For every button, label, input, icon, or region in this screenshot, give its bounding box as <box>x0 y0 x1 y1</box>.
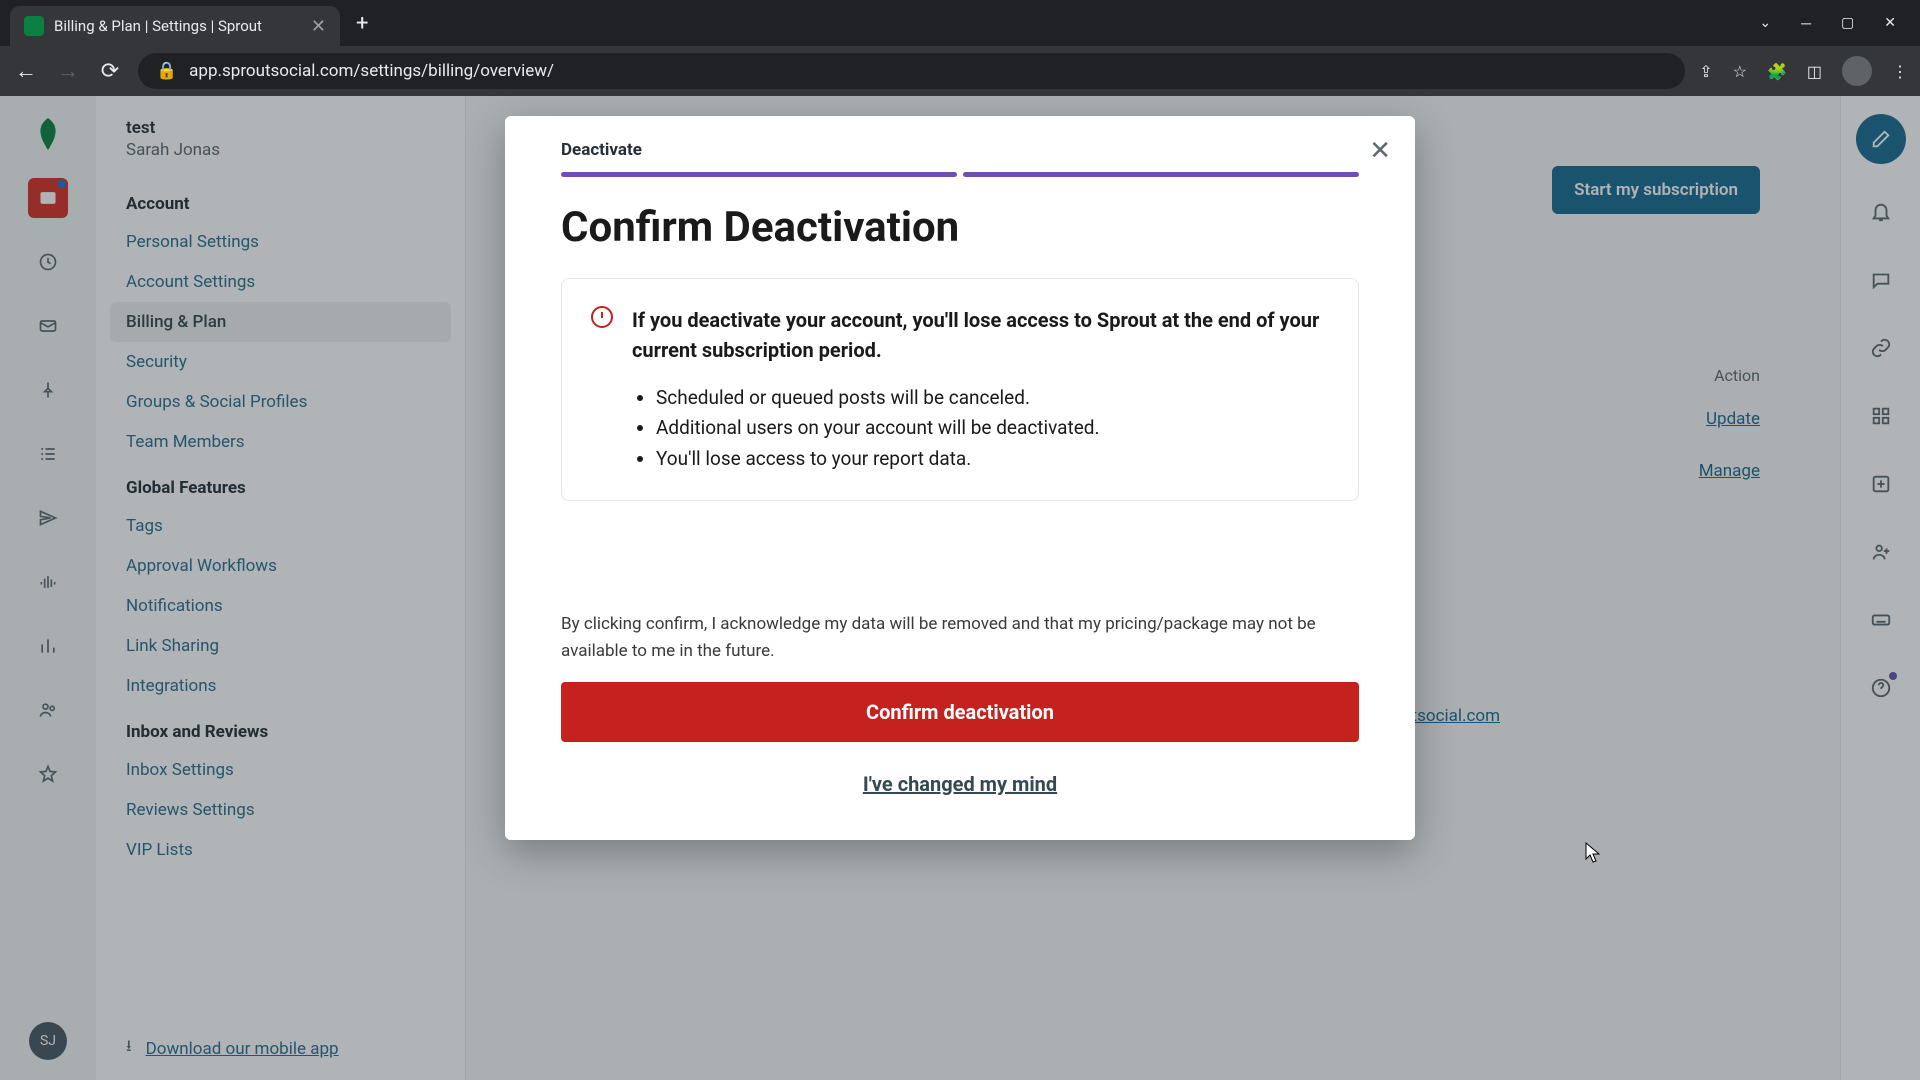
deactivate-modal: ✕ Deactivate Confirm Deactivation If you… <box>505 116 1415 840</box>
maximize-icon[interactable]: ▢ <box>1841 15 1854 32</box>
lock-icon: 🔒 <box>156 61 177 81</box>
tab-close-icon[interactable]: ✕ <box>311 16 326 37</box>
window-controls: ⌄ ─ ▢ ✕ <box>1759 15 1920 32</box>
acknowledgement-text: By clicking confirm, I acknowledge my da… <box>561 611 1359 664</box>
share-icon[interactable]: ⇪ <box>1699 62 1712 81</box>
warning-lead: If you deactivate your account, you'll l… <box>632 305 1328 365</box>
sidepanel-icon[interactable]: ◫ <box>1807 62 1822 81</box>
profile-avatar[interactable] <box>1842 56 1872 86</box>
tab-bar: Billing & Plan | Settings | Sprout ✕ + ⌄… <box>0 0 1920 46</box>
kebab-icon[interactable]: ⋮ <box>1892 62 1908 81</box>
modal-scrim[interactable]: ✕ Deactivate Confirm Deactivation If you… <box>0 96 1920 1080</box>
chevron-down-icon[interactable]: ⌄ <box>1759 15 1771 32</box>
url-input[interactable]: 🔒 app.sproutsocial.com/settings/billing/… <box>138 53 1685 89</box>
warning-icon <box>590 305 614 329</box>
progress-bar <box>561 172 1359 177</box>
modal-close-button[interactable]: ✕ <box>1369 136 1391 166</box>
warning-box: If you deactivate your account, you'll l… <box>561 278 1359 501</box>
warning-bullet: Scheduled or queued posts will be cancel… <box>656 383 1328 413</box>
changed-mind-link[interactable]: I've changed my mind <box>561 772 1359 796</box>
new-tab-button[interactable]: + <box>356 11 368 36</box>
forward-button[interactable]: → <box>54 58 82 84</box>
tab-title: Billing & Plan | Settings | Sprout <box>54 17 301 35</box>
url-text: app.sproutsocial.com/settings/billing/ov… <box>189 61 554 81</box>
browser-chrome: Billing & Plan | Settings | Sprout ✕ + ⌄… <box>0 0 1920 96</box>
browser-tab[interactable]: Billing & Plan | Settings | Sprout ✕ <box>10 6 340 46</box>
confirm-deactivation-button[interactable]: Confirm deactivation <box>561 682 1359 742</box>
minimize-icon[interactable]: ─ <box>1801 15 1811 32</box>
cursor-icon <box>1585 842 1603 864</box>
app-shell: SJ test Sarah Jonas Account Personal Set… <box>0 96 1920 1080</box>
bookmark-icon[interactable]: ☆ <box>1733 62 1747 81</box>
modal-step-label: Deactivate <box>561 140 1359 160</box>
warning-list: Scheduled or queued posts will be cancel… <box>632 383 1328 474</box>
address-bar: ← → ⟳ 🔒 app.sproutsocial.com/settings/bi… <box>0 46 1920 96</box>
modal-title: Confirm Deactivation <box>561 203 1359 252</box>
warning-bullet: You'll lose access to your report data. <box>656 444 1328 474</box>
warning-bullet: Additional users on your account will be… <box>656 413 1328 443</box>
back-button[interactable]: ← <box>12 58 40 84</box>
extensions-icon[interactable]: 🧩 <box>1767 62 1787 81</box>
close-window-icon[interactable]: ✕ <box>1884 15 1896 32</box>
reload-button[interactable]: ⟳ <box>96 59 124 84</box>
favicon <box>24 16 44 36</box>
